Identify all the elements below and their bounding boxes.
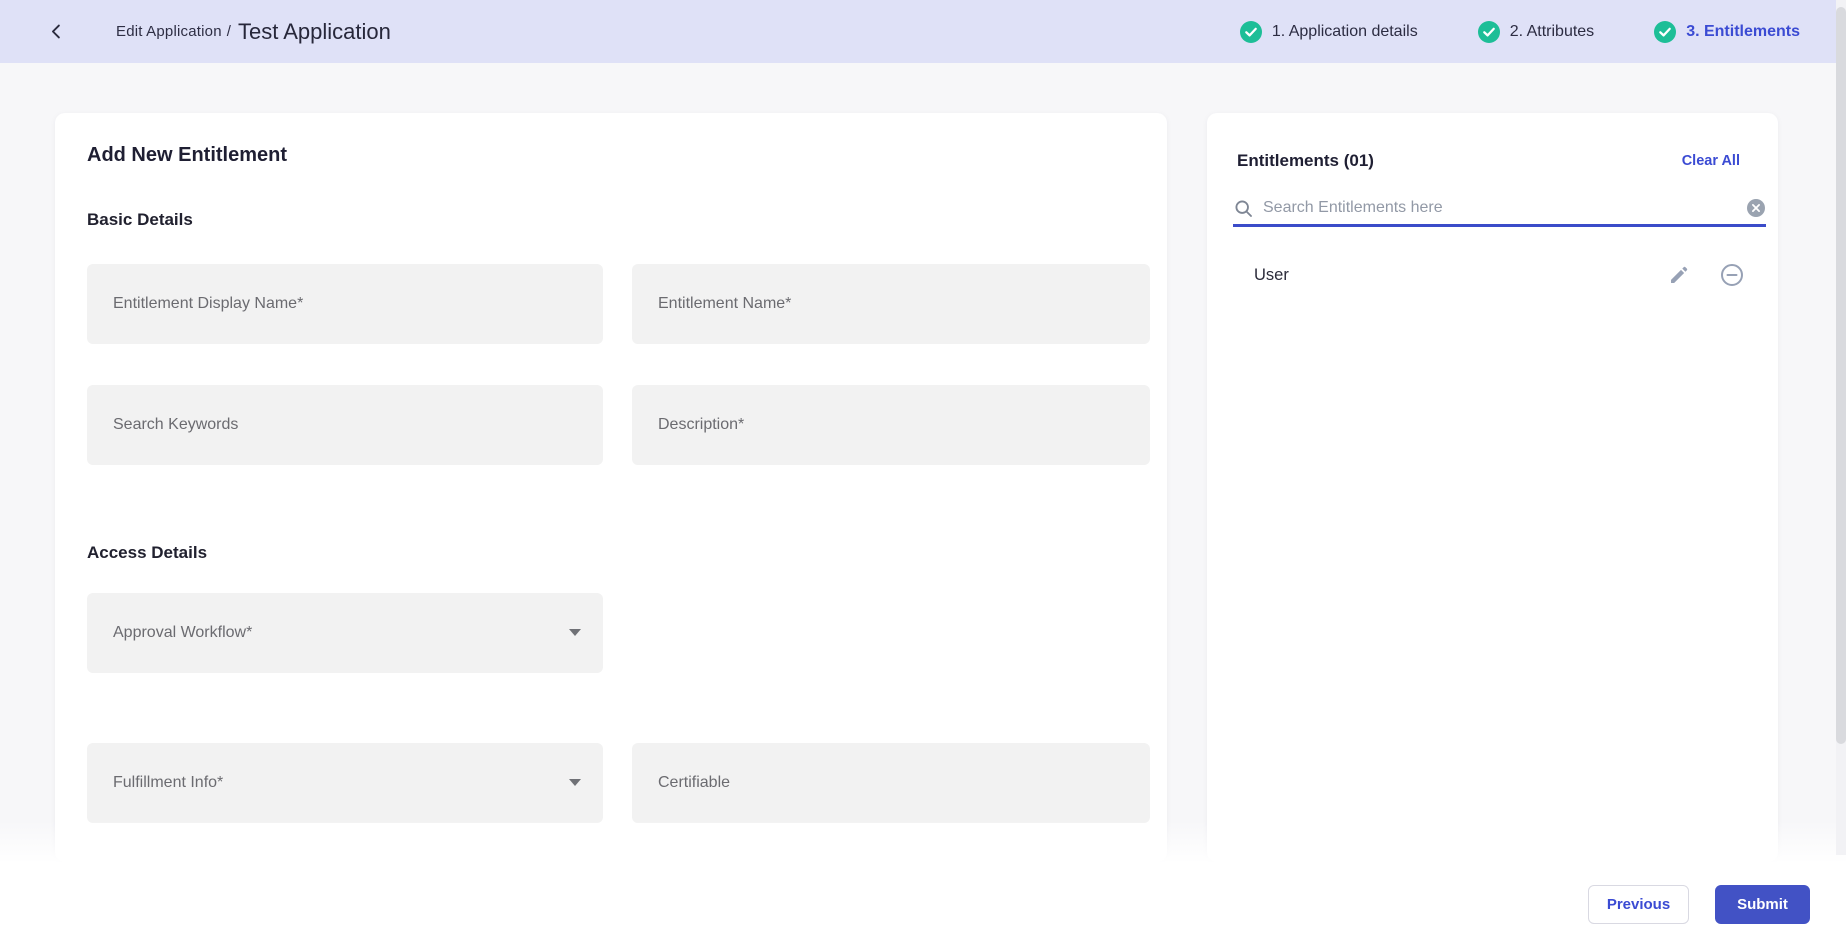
card-title: Add New Entitlement	[87, 144, 288, 166]
add-entitlement-card: Add New Entitlement Basic Details Access…	[55, 113, 1167, 862]
clear-search-button[interactable]	[1746, 198, 1766, 218]
entitlement-name: User	[1254, 265, 1289, 284]
minus-circle-icon	[1720, 263, 1744, 287]
entitlements-title: Entitlements (01)	[1237, 151, 1374, 170]
remove-entitlement-button[interactable]	[1720, 263, 1744, 287]
field-approval-workflow	[87, 593, 603, 673]
check-circle-icon	[1239, 20, 1262, 43]
field-description	[632, 385, 1150, 465]
x-circle-icon	[1746, 198, 1766, 218]
page-title: Test Application	[237, 18, 391, 44]
search-keywords-input[interactable]	[87, 385, 603, 465]
wizard-steps: 1. Application details 2. Attributes 3. …	[1239, 20, 1800, 43]
field-entitlement-name	[632, 264, 1150, 344]
field-fulfillment-info	[87, 743, 603, 823]
step-attributes[interactable]: 2. Attributes	[1477, 20, 1595, 43]
description-input[interactable]	[632, 385, 1150, 465]
entitlements-panel: Entitlements (01) Clear All User	[1207, 113, 1778, 862]
approval-workflow-select[interactable]	[87, 593, 603, 673]
footer-bar: Previous Submit	[0, 862, 1846, 947]
scrollbar-track[interactable]	[1836, 0, 1846, 855]
caret-down-icon[interactable]	[569, 779, 581, 786]
entitlement-display-name-input[interactable]	[87, 264, 603, 344]
search-icon	[1233, 198, 1254, 219]
section-basic-details: Basic Details	[87, 210, 193, 229]
field-entitlement-display-name	[87, 264, 603, 344]
section-access-details: Access Details	[87, 543, 208, 562]
top-header: Edit Application / Test Application 1. A…	[0, 0, 1846, 63]
pencil-icon	[1668, 264, 1690, 286]
clear-all-link[interactable]: Clear All	[1682, 153, 1740, 169]
fulfillment-info-select[interactable]	[87, 743, 603, 823]
step-application-details[interactable]: 1. Application details	[1239, 20, 1418, 43]
step-label: 3. Entitlements	[1686, 22, 1800, 40]
entitlement-list-item: User	[1237, 253, 1748, 297]
submit-button[interactable]: Submit	[1715, 885, 1810, 924]
field-search-keywords	[87, 385, 603, 465]
check-circle-icon	[1654, 20, 1677, 43]
check-circle-icon	[1477, 20, 1500, 43]
certifiable-input[interactable]	[632, 743, 1150, 823]
previous-button[interactable]: Previous	[1588, 885, 1689, 924]
chevron-left-icon	[47, 22, 66, 41]
back-button[interactable]	[42, 18, 70, 46]
entitlement-name-input[interactable]	[632, 264, 1150, 344]
scrollbar-thumb[interactable]	[1836, 7, 1846, 744]
caret-down-icon[interactable]	[569, 629, 581, 636]
main-content: Add New Entitlement Basic Details Access…	[0, 63, 1846, 862]
entitlement-actions	[1668, 263, 1744, 287]
breadcrumb-section[interactable]: Edit Application	[116, 23, 222, 40]
breadcrumb-separator: /	[226, 23, 231, 40]
entitlements-panel-header: Entitlements (01) Clear All	[1237, 151, 1740, 171]
entitlements-search-input[interactable]	[1263, 199, 1746, 217]
step-label: 2. Attributes	[1509, 22, 1595, 40]
field-certifiable	[632, 743, 1150, 823]
step-label: 1. Application details	[1271, 22, 1418, 40]
entitlements-search	[1233, 192, 1766, 227]
step-entitlements[interactable]: 3. Entitlements	[1654, 20, 1800, 43]
edit-entitlement-button[interactable]	[1668, 264, 1690, 286]
